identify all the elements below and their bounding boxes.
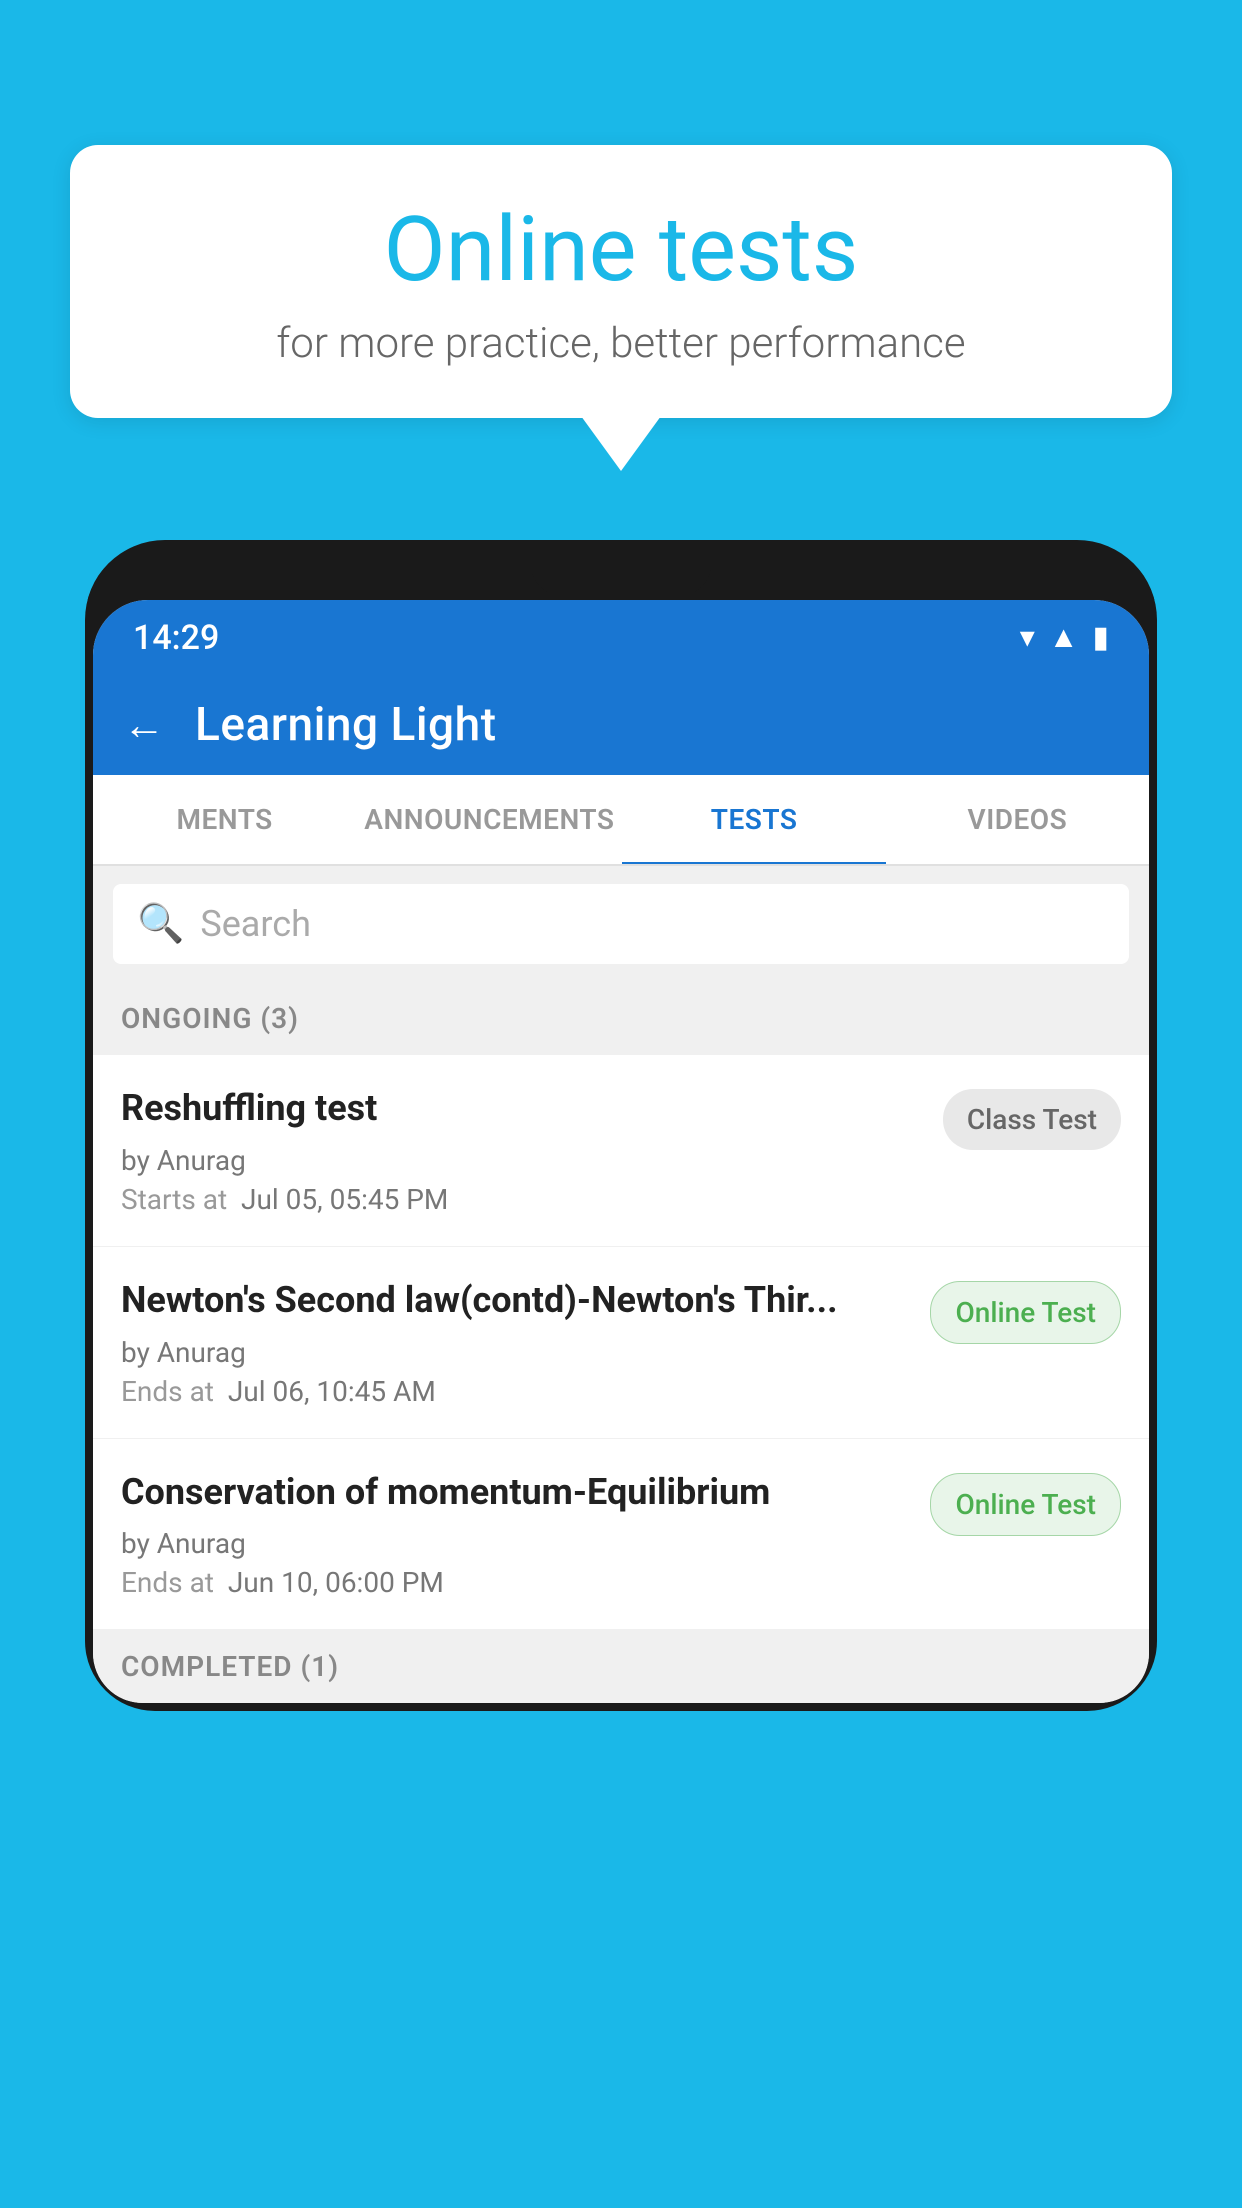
test-badge-online: Online Test <box>930 1281 1121 1344</box>
tabs-container: MENTS ANNOUNCEMENTS TESTS VIDEOS <box>93 775 1149 866</box>
test-time-label: Starts at <box>121 1183 227 1216</box>
speech-bubble-subtitle: for more practice, better performance <box>130 319 1112 368</box>
speech-bubble: Online tests for more practice, better p… <box>70 145 1172 418</box>
test-author: by Anurag <box>121 1527 910 1560</box>
search-bar[interactable]: 🔍 Search <box>113 884 1129 964</box>
test-time: Ends at Jun 10, 06:00 PM <box>121 1566 910 1599</box>
battery-icon: ▮ <box>1092 620 1109 655</box>
app-title: Learning Light <box>195 698 497 752</box>
test-time-value: Jun 10, 06:00 PM <box>228 1566 444 1599</box>
phone-notch <box>531 540 711 595</box>
test-time-value: Jul 05, 05:45 PM <box>241 1183 448 1216</box>
speech-bubble-tail <box>581 416 661 471</box>
test-item[interactable]: Reshuffling test by Anurag Starts at Jul… <box>93 1055 1149 1247</box>
app-header: ← Learning Light <box>93 675 1149 775</box>
status-bar-time: 14:29 <box>133 618 219 658</box>
tab-videos[interactable]: VIDEOS <box>886 775 1149 864</box>
test-author: by Anurag <box>121 1336 910 1369</box>
status-bar: 14:29 ▾ ▲ ▮ <box>93 600 1149 675</box>
test-title: Newton's Second law(contd)-Newton's Thir… <box>121 1277 910 1324</box>
test-time-value: Jul 06, 10:45 AM <box>228 1375 436 1408</box>
test-item[interactable]: Newton's Second law(contd)-Newton's Thir… <box>93 1247 1149 1439</box>
ongoing-section-header: ONGOING (3) <box>93 982 1149 1055</box>
phone-screen: 14:29 ▾ ▲ ▮ ← Learning Light MENTS ANNOU… <box>93 600 1149 1703</box>
test-time-label: Ends at <box>121 1566 214 1599</box>
test-title: Conservation of momentum-Equilibrium <box>121 1469 910 1516</box>
search-input[interactable]: Search <box>200 903 1105 945</box>
test-info: Newton's Second law(contd)-Newton's Thir… <box>121 1277 910 1408</box>
status-bar-icons: ▾ ▲ ▮ <box>1020 620 1109 655</box>
test-info: Reshuffling test by Anurag Starts at Jul… <box>121 1085 923 1216</box>
tab-announcements[interactable]: ANNOUNCEMENTS <box>356 775 622 864</box>
test-time: Ends at Jul 06, 10:45 AM <box>121 1375 910 1408</box>
phone-top-bar <box>85 570 1157 600</box>
search-icon: 🔍 <box>137 902 184 946</box>
search-container: 🔍 Search <box>93 866 1149 982</box>
test-author: by Anurag <box>121 1144 923 1177</box>
back-button[interactable]: ← <box>123 701 165 750</box>
test-badge-class: Class Test <box>943 1089 1121 1150</box>
test-badge-online: Online Test <box>930 1473 1121 1536</box>
completed-section-header: COMPLETED (1) <box>121 1650 339 1683</box>
test-time-label: Ends at <box>121 1375 214 1408</box>
signal-icon: ▲ <box>1049 620 1079 655</box>
test-list: Reshuffling test by Anurag Starts at Jul… <box>93 1055 1149 1630</box>
completed-section: COMPLETED (1) <box>93 1630 1149 1703</box>
test-time: Starts at Jul 05, 05:45 PM <box>121 1183 923 1216</box>
test-item[interactable]: Conservation of momentum-Equilibrium by … <box>93 1439 1149 1631</box>
test-title: Reshuffling test <box>121 1085 923 1132</box>
tab-tests[interactable]: TESTS <box>622 775 885 864</box>
test-info: Conservation of momentum-Equilibrium by … <box>121 1469 910 1600</box>
speech-bubble-section: Online tests for more practice, better p… <box>70 145 1172 471</box>
speech-bubble-title: Online tests <box>130 200 1112 299</box>
phone-wrapper: 14:29 ▾ ▲ ▮ ← Learning Light MENTS ANNOU… <box>85 540 1157 2208</box>
phone-frame: 14:29 ▾ ▲ ▮ ← Learning Light MENTS ANNOU… <box>85 540 1157 1711</box>
tab-ments[interactable]: MENTS <box>93 775 356 864</box>
wifi-icon: ▾ <box>1020 620 1035 655</box>
